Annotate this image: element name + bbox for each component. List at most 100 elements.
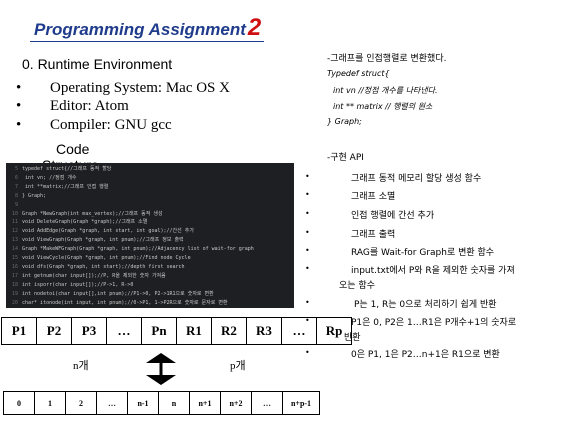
- env-compiler: Compiler: GNU gcc: [50, 117, 172, 133]
- api-item: P1은 0, P2은 1…R1은 P개수+1의 숫자로: [351, 318, 517, 328]
- code-line: 7 int **matrix;//그래프 인접 행렬: [6, 183, 108, 191]
- code-line: 15 void ViewCycle(Graph *graph, int pnum)…: [6, 254, 191, 262]
- code-line-number: 16: [11, 263, 18, 270]
- env-editor: Editor: Atom: [50, 98, 129, 114]
- code-line-number: 20: [11, 299, 18, 306]
- api-item: input.txt에서 P와 R을 제외한 숫자를 가져: [351, 266, 515, 276]
- graph-code-line: } Graph;: [327, 117, 362, 126]
- bullet-icon: •: [16, 117, 22, 133]
- graph-code-line: Typedef struct{: [327, 69, 390, 78]
- title-underline: [30, 41, 264, 42]
- env-os: Operating System: Mac OS X: [50, 80, 230, 96]
- bullet-icon: •: [305, 298, 310, 307]
- code-line-number: 10: [11, 210, 18, 217]
- array-cell: Pn: [141, 317, 177, 345]
- title-text: Programming Assignment: [34, 20, 246, 39]
- index-cell: …: [96, 391, 128, 415]
- runtime-heading: 0. Runtime Environment: [22, 56, 173, 72]
- code-line-number: 8: [14, 192, 18, 199]
- code-line: 5 typedef struct{//그래프 동적 할당: [6, 165, 111, 173]
- code-line-number: 7: [14, 183, 18, 190]
- code-line-number: 15: [11, 255, 18, 261]
- bullet-icon: •: [305, 209, 310, 218]
- code-line-text: char* itonode(int input, int pnum);//0->…: [22, 299, 228, 306]
- code-line-number: 5: [14, 166, 18, 172]
- graph-code-line: int vn //정점 개수를 나타낸다.: [333, 86, 438, 95]
- code-line: 16 void dfs(Graph *graph, int start);//de…: [6, 263, 185, 271]
- api-item: 그래프 출력: [351, 230, 396, 240]
- code-line-number: 14: [11, 246, 18, 253]
- array-cell: …: [281, 317, 317, 345]
- code-line: 19 int nodetoi(char input[],int pnum);//P…: [6, 290, 214, 298]
- bullet-icon: •: [305, 172, 310, 181]
- code-line-text: int nodetoi(char input[],int pnum);//P1-…: [22, 290, 214, 297]
- code-line-text: void dfs(Graph *graph, int start);//dept…: [22, 263, 185, 270]
- api-item: 그래프 동적 메모리 할당 생성 함수: [351, 174, 482, 184]
- bullet-icon: •: [305, 228, 310, 237]
- array-cell: R3: [246, 317, 282, 345]
- index-cell: 2: [65, 391, 97, 415]
- api-item: 그래프 소멸: [351, 192, 396, 202]
- index-cell: 1: [34, 391, 66, 415]
- bullet-icon: •: [305, 246, 310, 255]
- bullet-icon: •: [305, 190, 310, 199]
- array-cell: R1: [176, 317, 212, 345]
- code-line-text: void ViewGraph(Graph *graph, int pnum);/…: [22, 237, 184, 244]
- api-item: P는 1, R는 0으로 처리하기 쉽게 반환: [354, 300, 497, 310]
- bullet-icon: •: [16, 80, 22, 96]
- api-item: RAG를 Wait-for Graph로 변환 함수: [351, 248, 495, 258]
- code-line: 8 } Graph;: [6, 192, 46, 200]
- code-line-number: 18: [11, 281, 18, 288]
- node-array: P1 P2 P3… Pn R1 R2 R3… Rp: [1, 317, 352, 345]
- code-line-text: int **matrix;//그래프 인접 행렬: [22, 183, 109, 190]
- array-cell: …: [106, 317, 142, 345]
- slide-title: Programming Assignment2: [34, 14, 261, 42]
- index-cell: …: [251, 391, 283, 415]
- double-arrow-icon: [146, 353, 176, 385]
- code-line: 10 Graph *NewGraph(int max_vertex);//그래프 …: [6, 210, 163, 218]
- graph-desc-heading: -그래프를 인접행렬로 변환했다.: [327, 54, 447, 64]
- code-line-text: void DeleteGraph(Graph *graph);//그래프 소멸: [22, 219, 148, 226]
- array-cell: P3: [71, 317, 107, 345]
- array-cell: Rp: [316, 317, 352, 345]
- p-count-label: p개: [230, 360, 246, 372]
- code-line-text: int vn; //정점 개수: [22, 174, 77, 181]
- code-line-number: 11: [11, 219, 18, 226]
- code-line-number: 13: [11, 237, 18, 244]
- code-line-text: } Graph;: [22, 192, 47, 199]
- array-cell: R2: [211, 317, 247, 345]
- n-count-label: n개: [73, 360, 89, 372]
- code-label: Code: [56, 141, 90, 157]
- code-line-number: 6: [14, 174, 18, 181]
- index-cell: 0: [3, 391, 35, 415]
- array-cell: P2: [36, 317, 72, 345]
- code-line: 6 int vn; //정점 개수: [6, 174, 77, 182]
- code-line: 14 Graph *MakeWFGraph(Graph *graph, int p…: [6, 245, 254, 253]
- code-line: 11 void DeleteGraph(Graph *graph);//그래프 소…: [6, 218, 147, 226]
- bullet-icon: •: [16, 98, 22, 114]
- code-line: 17 int getnum(char input[]);//P, R을 제외한 숫…: [6, 272, 166, 280]
- code-line-text: Graph *MakeWFGraph(Graph *graph, int pnu…: [22, 246, 254, 253]
- api-heading: -구현 API: [327, 153, 364, 163]
- index-cell: n: [158, 391, 190, 415]
- index-cell: n+1: [189, 391, 221, 415]
- title-number: 2: [247, 14, 262, 41]
- code-line-text: int isporr(char input[]);//P->1, R->0: [22, 281, 134, 288]
- api-item: 인접 행렬에 간선 추가: [351, 211, 435, 221]
- code-line-number: 19: [11, 290, 18, 297]
- code-line-number: 9: [14, 201, 18, 208]
- index-cell: n+p-1: [282, 391, 320, 415]
- code-line: 20 char* itonode(int input, int pnum);//0…: [6, 299, 228, 307]
- code-line-text: int getnum(char input[]);//P, R을 제외한 숫자 …: [22, 272, 166, 279]
- code-screenshot: 5 typedef struct{//그래프 동적 할당 6 int vn; //정…: [6, 163, 294, 308]
- code-line: 12 void AddEdge(Graph *graph, int start, …: [6, 227, 194, 235]
- graph-code-line: int ** matrix // 행렬의 원소: [333, 102, 433, 111]
- index-array: 0 1 2… n-1 n n+1 n+2… n+p-1: [3, 391, 320, 415]
- code-line-number: 12: [11, 228, 18, 235]
- api-item: 0은 P1, 1은 P2…n+1은 R1으로 변환: [351, 350, 500, 360]
- code-line-text: typedef struct{//그래프 동적 할당: [22, 166, 112, 172]
- code-line-number: 17: [11, 272, 18, 279]
- index-cell: n-1: [127, 391, 159, 415]
- code-line: 13 void ViewGraph(Graph *graph, int pnum)…: [6, 236, 184, 244]
- api-item: 오는 함수: [339, 281, 375, 291]
